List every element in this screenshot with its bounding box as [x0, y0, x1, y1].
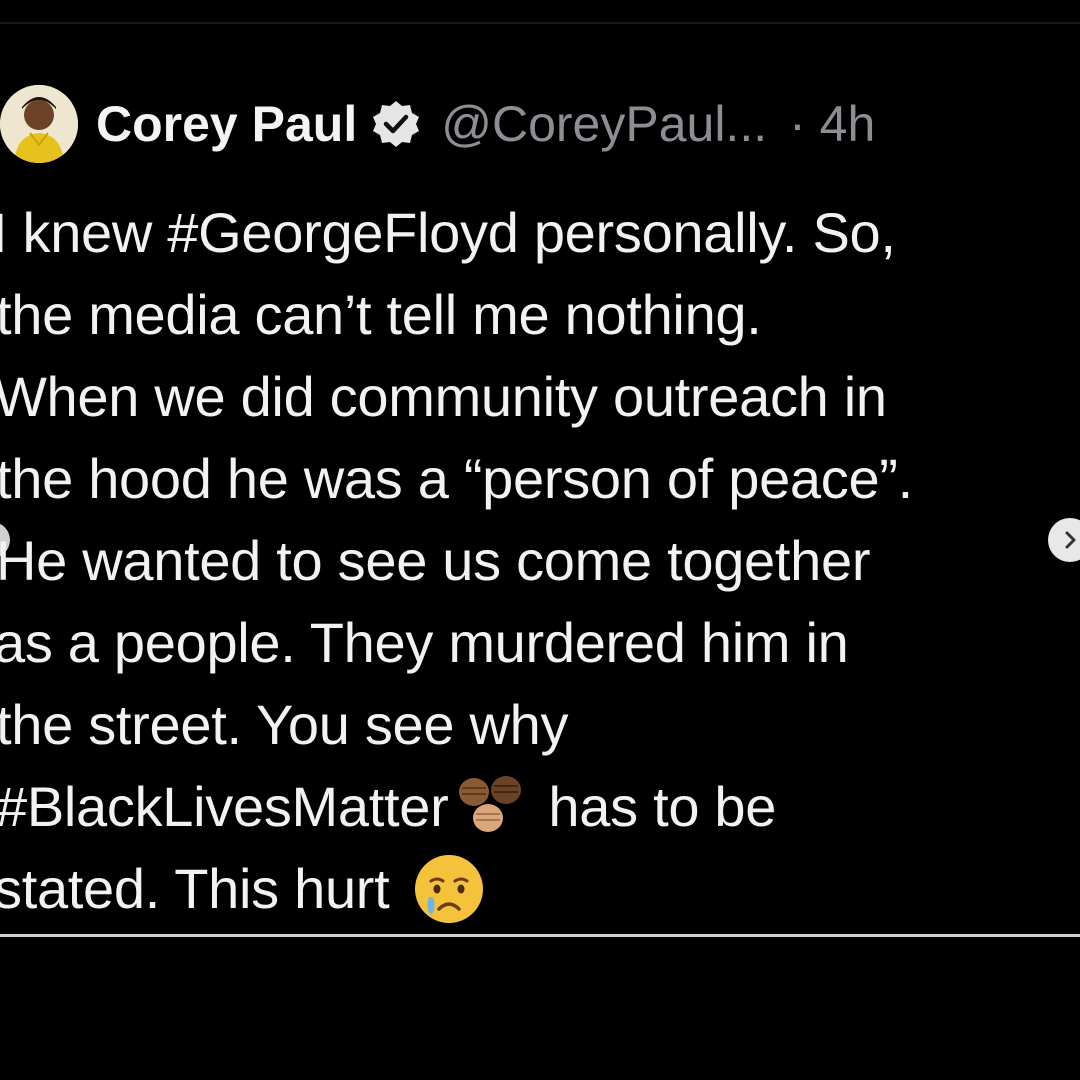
tweet-line: as a people. They murdered him in: [0, 611, 849, 674]
tweet-line: the media can’t tell me nothing.: [0, 283, 762, 346]
avatar[interactable]: [0, 85, 78, 163]
tweet-line: the hood he was a “person of peace”.: [0, 447, 913, 510]
tweet-line: the street. You see why: [0, 693, 569, 756]
timestamp[interactable]: · 4h: [789, 95, 875, 153]
tweet-line: When we did community outreach in: [0, 365, 887, 428]
crying-face-emoji: [413, 853, 485, 925]
tweet-line: He wanted to see us come together: [0, 529, 871, 592]
tweet-line-text: stated. This hurt: [0, 857, 390, 920]
tweet-text: I knew #GeorgeFloyd personally. So, the …: [0, 192, 1080, 930]
display-name[interactable]: Corey Paul: [96, 95, 357, 153]
tweet-line-tail: has to be: [548, 775, 777, 838]
tweet-line-with-emoji: stated. This hurt: [0, 848, 1080, 930]
tweet-card: Corey Paul @CoreyPaul... · 4h I knew #Ge…: [0, 60, 1080, 936]
hashtag-black-lives-matter[interactable]: #BlackLivesMatter: [0, 775, 449, 838]
tweet-line: I knew #GeorgeFloyd personally. So,: [0, 201, 896, 264]
tweet-header: Corey Paul @CoreyPaul... · 4h: [0, 78, 1080, 170]
tweet-line-with-emoji: #BlackLivesMatter has to be: [0, 766, 1080, 848]
raised-fists-emoji: [452, 770, 530, 840]
handle[interactable]: @CoreyPaul...: [441, 95, 767, 153]
verified-badge-icon: [371, 99, 421, 149]
bottom-divider: [0, 934, 1080, 937]
top-border: [0, 22, 1080, 24]
